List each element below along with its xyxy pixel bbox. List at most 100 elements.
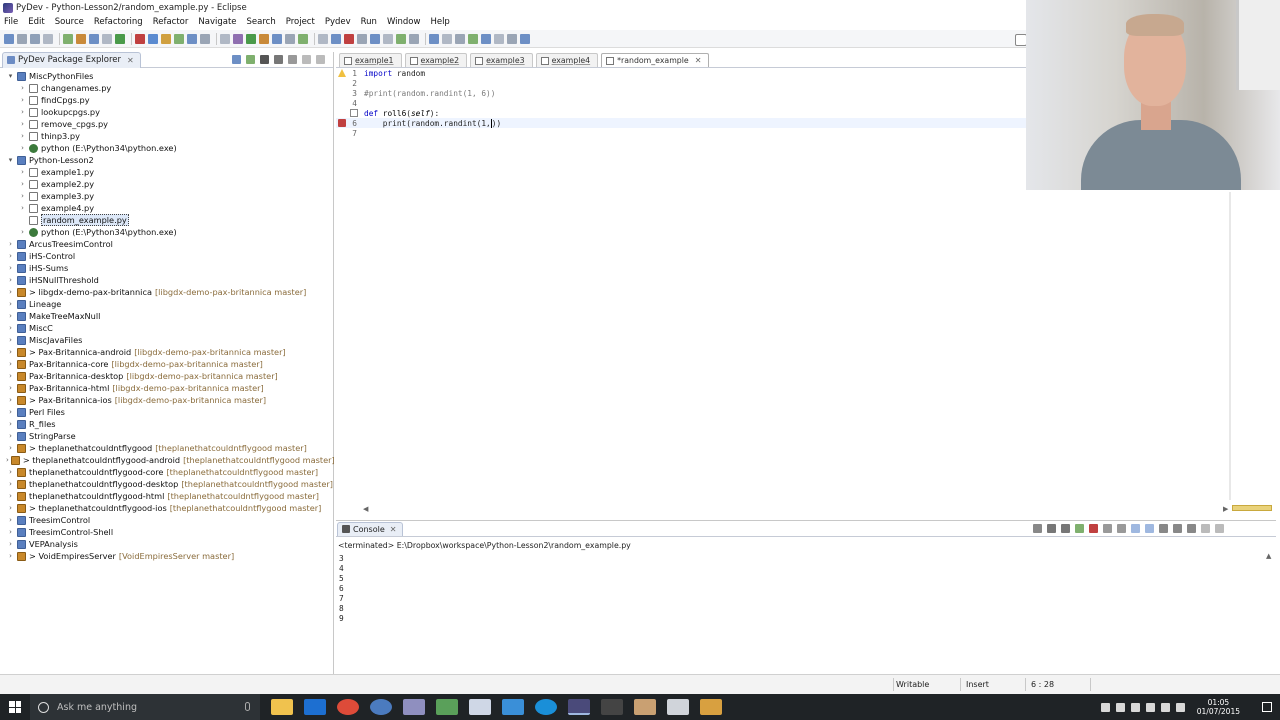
- collapsed-arrow-icon[interactable]: ›: [6, 432, 15, 440]
- editor-tab[interactable]: example1: [339, 53, 402, 67]
- collapsed-arrow-icon[interactable]: ›: [6, 468, 15, 476]
- tree-item[interactable]: › changenames.py: [0, 82, 333, 94]
- remove-all-icon[interactable]: [1061, 524, 1070, 533]
- expanded-arrow-icon[interactable]: ▾: [6, 156, 15, 164]
- show-console-icon[interactable]: [1131, 524, 1140, 533]
- tree-item[interactable]: › > theplanethatcouldntflygood [theplaneth…: [0, 442, 333, 454]
- menu-navigate[interactable]: Navigate: [198, 17, 236, 27]
- tray-app-icon[interactable]: [1115, 702, 1125, 712]
- tree-item[interactable]: › Pax-Britannica-core [libgdx-demo-pax-bri…: [0, 358, 333, 370]
- app-icon[interactable]: [469, 699, 491, 715]
- code-line[interactable]: 5def roll6(self):: [336, 108, 1029, 118]
- pin-console-icon[interactable]: [1159, 524, 1168, 533]
- tree-item[interactable]: random_example.py: [0, 214, 333, 226]
- tree-item[interactable]: › ArcusTreesimControl: [0, 238, 333, 250]
- tree-item[interactable]: › Lineage: [0, 298, 333, 310]
- scroll-up-icon[interactable]: ▲: [1266, 552, 1271, 560]
- open-console-icon[interactable]: [1187, 524, 1196, 533]
- toolbar-button-icon[interactable]: [409, 33, 419, 44]
- toolbar-button-icon[interactable]: [344, 33, 354, 44]
- collapsed-arrow-icon[interactable]: ›: [6, 288, 15, 296]
- start-button[interactable]: [0, 694, 30, 720]
- code-area[interactable]: 1 import random 2 3 #print(random.randint(1,…: [336, 68, 1029, 138]
- tree-item[interactable]: › theplanethatcouldntflygood-desktop [thep…: [0, 478, 333, 490]
- collapsed-arrow-icon[interactable]: ›: [6, 456, 9, 464]
- toolbar-button-icon[interactable]: [30, 33, 40, 44]
- display-console-icon[interactable]: [1173, 524, 1182, 533]
- tree-item[interactable]: › example3.py: [0, 190, 333, 202]
- tree-item[interactable]: › iHS-Sums: [0, 262, 333, 274]
- view-menu-icon[interactable]: [288, 55, 297, 64]
- tree-item[interactable]: › > libgdx-demo-pax-britannica [libgdx-dem…: [0, 286, 333, 298]
- toolbar-button-icon[interactable]: [135, 33, 145, 44]
- toolbar-button-icon[interactable]: [494, 33, 504, 44]
- scroll-right-icon[interactable]: ▶: [1223, 505, 1228, 513]
- tree-item[interactable]: › > theplanethatcouldntflygood-ios [thepla…: [0, 502, 333, 514]
- collapse-all-icon[interactable]: [232, 55, 241, 64]
- app-icon[interactable]: [667, 699, 689, 715]
- skype-icon[interactable]: [535, 699, 557, 715]
- toolbar-button-icon[interactable]: [383, 33, 393, 44]
- menu-refactoring[interactable]: Refactoring: [94, 17, 143, 27]
- collapsed-arrow-icon[interactable]: ›: [6, 408, 15, 416]
- toolbar-button-icon[interactable]: [17, 33, 27, 44]
- maximize-icon[interactable]: [316, 55, 325, 64]
- close-icon[interactable]: ✕: [127, 56, 134, 65]
- tree-item[interactable]: › python (E:\Python34\python.exe): [0, 142, 333, 154]
- tree-item[interactable]: ▾ MiscPythonFiles: [0, 70, 333, 82]
- collapsed-arrow-icon[interactable]: ›: [6, 324, 15, 332]
- tree-item[interactable]: › MiscJavaFiles: [0, 334, 333, 346]
- close-icon[interactable]: ✕: [695, 56, 702, 65]
- toolbar-button-icon[interactable]: [233, 33, 243, 44]
- terminate-icon[interactable]: [1033, 524, 1042, 533]
- collapsed-arrow-icon[interactable]: ›: [18, 120, 27, 128]
- scroll-lock-icon[interactable]: [1103, 524, 1112, 533]
- forward-icon[interactable]: [274, 55, 283, 64]
- stop-icon[interactable]: [1089, 524, 1098, 533]
- toolbar-button-icon[interactable]: [259, 33, 269, 44]
- tree-item[interactable]: › theplanethatcouldntflygood-html [theplan…: [0, 490, 333, 502]
- app-icon[interactable]: [436, 699, 458, 715]
- cortana-search-box[interactable]: Ask me anything: [30, 694, 260, 720]
- tree-item[interactable]: › > VoidEmpiresServer [VoidEmpiresServer m…: [0, 550, 333, 562]
- collapsed-arrow-icon[interactable]: ›: [18, 108, 27, 116]
- maximize-icon[interactable]: [1215, 524, 1224, 533]
- tree-item[interactable]: › TreesimControl: [0, 514, 333, 526]
- tree-item[interactable]: › remove_cpgs.py: [0, 118, 333, 130]
- editor-tab[interactable]: example2: [404, 53, 468, 67]
- app-icon[interactable]: [502, 699, 524, 715]
- tree-item[interactable]: › VEPAnalysis: [0, 538, 333, 550]
- menu-edit[interactable]: Edit: [28, 17, 44, 27]
- tree-item[interactable]: › iHS-Control: [0, 250, 333, 262]
- menu-run[interactable]: Run: [361, 17, 377, 27]
- collapsed-arrow-icon[interactable]: ›: [18, 204, 27, 212]
- collapsed-arrow-icon[interactable]: ›: [18, 84, 27, 92]
- tree-item[interactable]: › theplanethatcouldntflygood-core [theplan…: [0, 466, 333, 478]
- minimize-icon[interactable]: [1201, 524, 1210, 533]
- app-icon[interactable]: [403, 699, 425, 715]
- code-line[interactable]: 4: [336, 98, 1029, 108]
- menu-project[interactable]: Project: [286, 17, 315, 27]
- toolbar-button-icon[interactable]: [115, 33, 125, 44]
- menu-help[interactable]: Help: [430, 17, 449, 27]
- tree-item[interactable]: › > Pax-Britannica-ios [libgdx-demo-pax-br…: [0, 394, 333, 406]
- toolbar-button-icon[interactable]: [298, 33, 308, 44]
- tab-console[interactable]: Console ✕: [337, 521, 404, 536]
- code-line[interactable]: 6 print(random.randint(1,)): [336, 118, 1029, 128]
- toolbar-button-icon[interactable]: [285, 33, 295, 44]
- eclipse-taskbar-icon[interactable]: [568, 699, 590, 715]
- collapsed-arrow-icon[interactable]: ›: [18, 228, 27, 236]
- collapsed-arrow-icon[interactable]: ›: [18, 144, 27, 152]
- toolbar-button-icon[interactable]: [429, 33, 439, 44]
- tree-item[interactable]: › > theplanethatcouldntflygood-android [th…: [0, 454, 335, 466]
- console-horizontal-scrollbar[interactable]: [339, 663, 1264, 671]
- file-explorer-icon[interactable]: [271, 699, 293, 715]
- tree-item[interactable]: › example1.py: [0, 166, 333, 178]
- collapsed-arrow-icon[interactable]: ›: [6, 540, 15, 548]
- collapsed-arrow-icon[interactable]: ›: [6, 384, 15, 392]
- editor-tab[interactable]: example3: [470, 53, 533, 67]
- tree-item[interactable]: › iHSNullThreshold: [0, 274, 333, 286]
- collapsed-arrow-icon[interactable]: ›: [6, 336, 15, 344]
- editor-horizontal-scrollbar[interactable]: ◀ ▶: [363, 505, 1253, 515]
- toolbar-button-icon[interactable]: [442, 33, 452, 44]
